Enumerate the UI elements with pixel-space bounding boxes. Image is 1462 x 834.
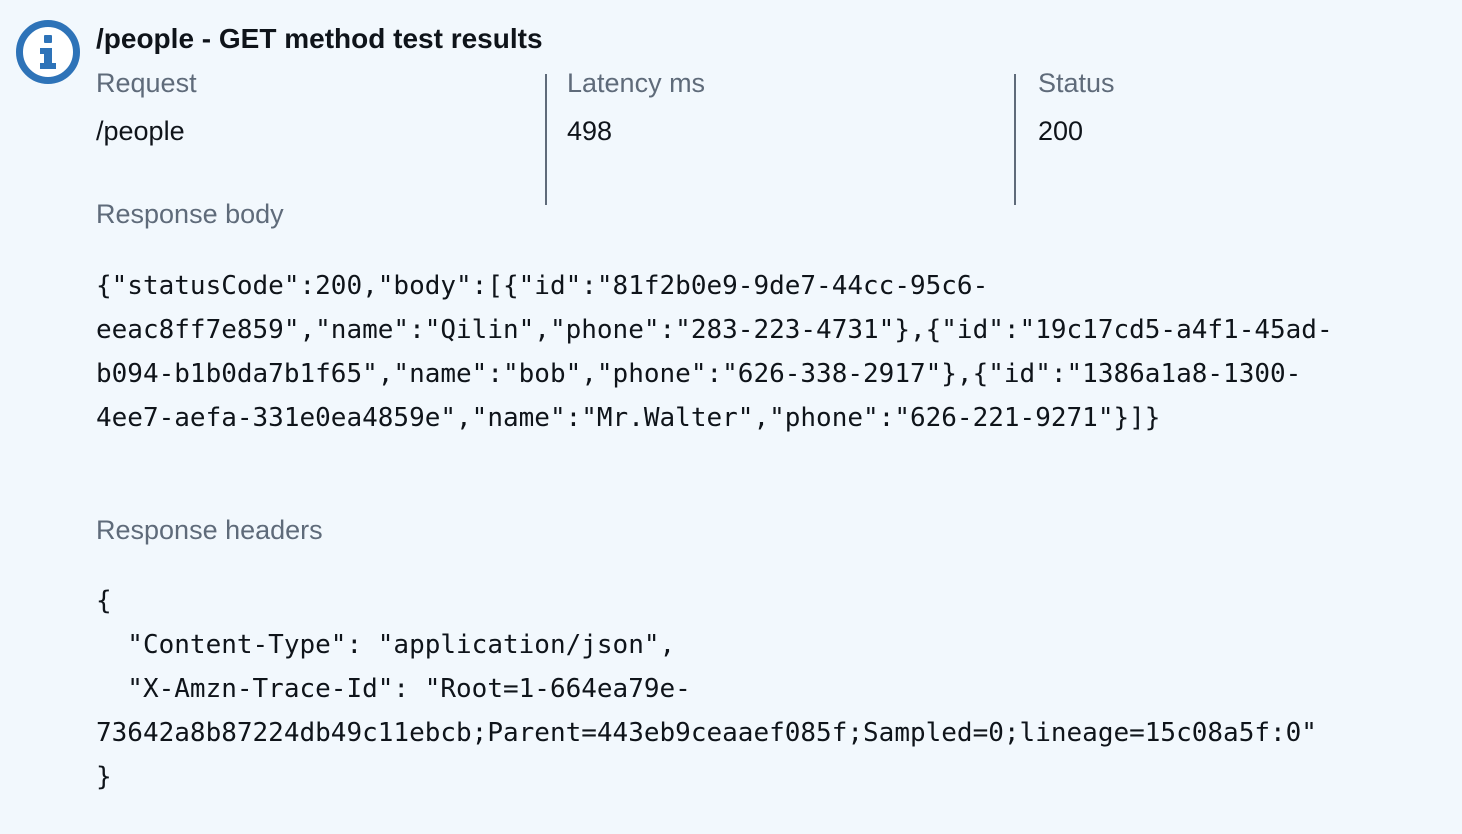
code-line: "X-Amzn-Trace-Id": "Root=1-664ea79e- <box>96 674 691 704</box>
code-line: "Content-Type": "application/json", <box>96 630 676 660</box>
code-line: } <box>96 762 112 792</box>
info-icon <box>16 20 80 84</box>
status-label: Status <box>1038 68 1115 98</box>
status-value: 200 <box>1038 116 1084 146</box>
request-value: /people <box>96 116 185 146</box>
code-line: { <box>96 586 112 616</box>
summary-row: Request /people Latency ms 498 Status 20… <box>96 56 1442 206</box>
alert-content: /people - GET method test results Reques… <box>96 22 1442 792</box>
latency-value: 498 <box>567 116 613 146</box>
test-results-alert: /people - GET method test results Reques… <box>0 0 1462 834</box>
response-body-code: {"statusCode":200,"body":[{"id":"81f2b0e… <box>96 264 1333 440</box>
response-headers-code: { "Content-Type": "application/json", "X… <box>96 579 1317 799</box>
status-column: Status 200 <box>1016 56 1436 206</box>
request-column: Request /people <box>96 56 546 206</box>
response-headers-label: Response headers <box>96 515 323 545</box>
response-body-label: Response body <box>96 199 284 229</box>
latency-column: Latency ms 498 <box>546 56 1016 206</box>
code-line: 73642a8b87224db49c11ebcb;Parent=443eb9ce… <box>96 718 1317 748</box>
code-line: b094-b1b0da7b1f65","name":"bob","phone":… <box>96 359 1302 389</box>
alert-title: /people - GET method test results <box>96 23 543 54</box>
request-label: Request <box>96 68 197 98</box>
latency-label: Latency ms <box>567 68 706 98</box>
code-line: {"statusCode":200,"body":[{"id":"81f2b0e… <box>96 271 989 301</box>
code-line: 4ee7-aefa-331e0ea4859e","name":"Mr.Walte… <box>96 403 1161 433</box>
code-line: eeac8ff7e859","name":"Qilin","phone":"28… <box>96 315 1333 345</box>
